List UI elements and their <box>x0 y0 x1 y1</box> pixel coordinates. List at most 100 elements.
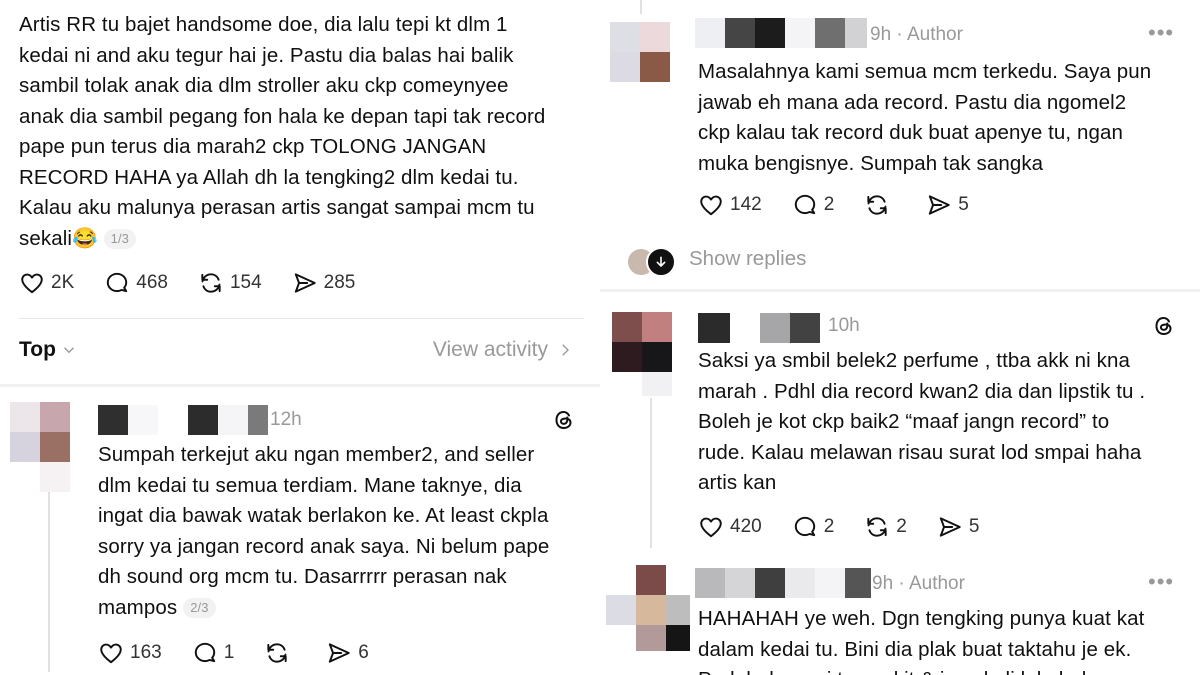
author-reply-text: Masalahnya kami semua mcm terkedu. Saya … <box>698 60 1152 175</box>
comment-icon <box>794 194 815 215</box>
threads-logo-icon[interactable] <box>552 408 576 432</box>
repost-icon <box>867 517 887 537</box>
sort-label: Top <box>19 338 56 361</box>
avatar-blur <box>666 625 690 651</box>
author-timestamp: 9h · Author <box>870 24 963 45</box>
like-button[interactable]: 2K <box>19 270 74 296</box>
username-blur <box>218 405 248 435</box>
username-blur <box>128 405 158 435</box>
username-blur <box>755 568 785 598</box>
username-blur <box>695 568 725 598</box>
avatar-blur <box>642 312 672 342</box>
username-blur <box>845 568 871 598</box>
show-replies-link[interactable]: Show replies <box>689 247 806 271</box>
repost-button[interactable] <box>864 192 896 218</box>
username-blur <box>188 405 218 435</box>
repost-icon <box>267 643 287 663</box>
avatar-blur <box>10 432 40 462</box>
heart-icon <box>700 517 722 538</box>
avatar-blur <box>640 52 670 82</box>
like-button[interactable]: 420 <box>698 514 762 540</box>
username-blur <box>790 313 820 343</box>
avatar-blur <box>636 625 666 651</box>
like-count: 163 <box>130 642 162 663</box>
repost-count: 154 <box>229 272 262 293</box>
comment-icon <box>194 642 215 663</box>
like-count: 142 <box>730 194 762 215</box>
username-blur <box>98 405 128 435</box>
reply-text: Sumpah terkejut aku ngan member2, and se… <box>98 440 593 623</box>
share-count: 5 <box>958 194 969 215</box>
post-text: Artis RR tu bajet handsome doe, dia lalu… <box>19 10 589 254</box>
chevron-right-icon <box>562 344 569 356</box>
divider <box>19 318 584 319</box>
repost-button[interactable]: 154 <box>198 270 262 296</box>
thread-line <box>650 398 652 548</box>
sort-dropdown[interactable]: Top <box>19 338 78 362</box>
view-activity-label: View activity <box>432 338 548 361</box>
reply2-actions: 420 2 2 5 <box>698 514 1009 540</box>
username-blur <box>785 18 815 48</box>
share-icon <box>939 517 961 537</box>
post-body: Artis RR tu bajet handsome doe, dia lalu… <box>19 13 546 250</box>
username-blur <box>815 18 845 48</box>
share-button[interactable]: 6 <box>326 640 369 666</box>
thread-line <box>48 492 50 672</box>
username-blur <box>760 313 790 343</box>
share-icon <box>329 643 351 663</box>
repost-button[interactable]: 2 <box>864 514 907 540</box>
reply-button[interactable]: 2 <box>792 192 835 218</box>
like-button[interactable]: 142 <box>698 192 762 218</box>
section-gap <box>0 384 600 387</box>
avatar-blur <box>10 402 40 432</box>
more-icon[interactable]: ••• <box>1148 20 1174 46</box>
share-button[interactable]: 5 <box>926 192 969 218</box>
reply-count: 2 <box>823 194 835 215</box>
reply-button[interactable]: 1 <box>192 640 235 666</box>
reply2-timestamp: 10h <box>828 315 860 336</box>
avatar-blur <box>612 342 642 372</box>
username-blur <box>845 18 867 48</box>
username-blur <box>695 18 725 48</box>
reply-button[interactable]: 2 <box>792 514 835 540</box>
repost-icon <box>201 273 221 293</box>
author-reply-actions: 142 2 5 <box>698 192 999 218</box>
repost-count: 2 <box>896 516 907 537</box>
share-count: 6 <box>358 642 369 663</box>
avatar-blur <box>666 595 690 625</box>
share-button[interactable]: 5 <box>937 514 980 540</box>
reply-count: 1 <box>223 642 235 663</box>
avatar-blur <box>40 402 70 432</box>
reply-button[interactable]: 468 <box>104 270 168 296</box>
heart-icon <box>100 643 122 664</box>
share-button[interactable]: 285 <box>292 270 356 296</box>
reply-timestamp: 12h <box>270 409 302 430</box>
author-timestamp: 9h · Author <box>872 573 965 594</box>
reply2-text: Saksi ya smbil belek2 perfume , ttba akk… <box>698 349 1146 494</box>
pager-badge: 1/3 <box>103 229 137 250</box>
threads-logo-icon[interactable] <box>1152 314 1176 338</box>
repost-button[interactable] <box>264 640 296 666</box>
chevron-down-icon <box>63 347 74 354</box>
avatar-blur <box>640 22 670 52</box>
post-actions: 2K 468 154 285 <box>19 270 385 296</box>
like-button[interactable]: 163 <box>98 640 162 666</box>
view-activity-link[interactable]: View activity <box>433 338 574 362</box>
reply-body: Sumpah terkejut aku ngan member2, and se… <box>98 443 550 619</box>
like-count: 420 <box>730 516 762 537</box>
like-count: 2K <box>51 272 75 293</box>
avatar-blur <box>40 432 70 462</box>
comment-icon <box>794 516 815 537</box>
share-count: 5 <box>968 516 980 537</box>
username-blur <box>815 568 845 598</box>
thread-line <box>640 0 642 14</box>
section-gap <box>600 289 1200 292</box>
arrow-down-icon <box>646 247 676 277</box>
username-blur <box>785 568 815 598</box>
share-count: 285 <box>323 272 356 293</box>
reply-count: 2 <box>823 516 835 537</box>
heart-icon <box>700 195 722 216</box>
username-blur <box>725 18 755 48</box>
more-icon[interactable]: ••• <box>1148 569 1174 595</box>
repost-icon <box>867 195 887 215</box>
